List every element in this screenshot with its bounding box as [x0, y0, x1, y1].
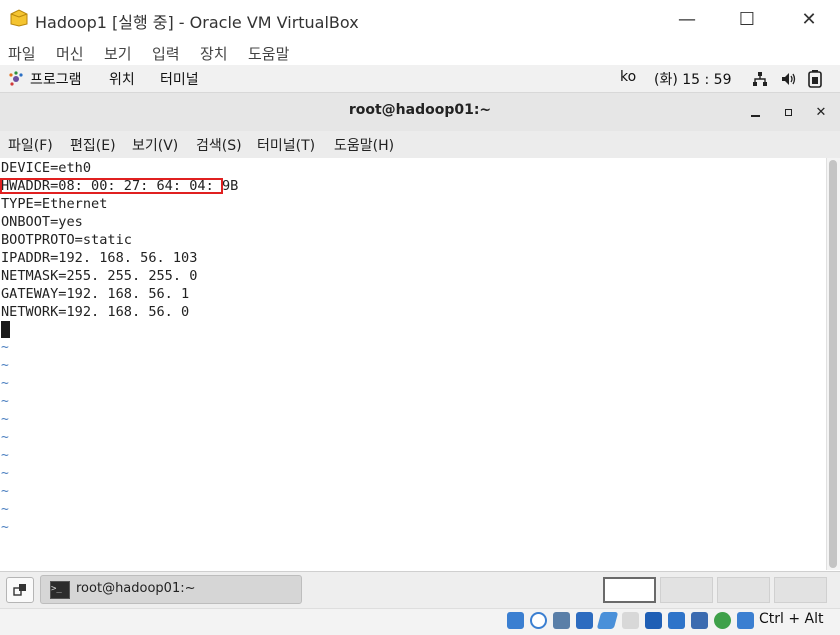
audio-icon[interactable] — [553, 612, 570, 629]
terminal-minimize-button[interactable] — [744, 101, 766, 123]
vb-menu-input[interactable]: 입력 — [152, 43, 180, 64]
clock[interactable]: (화) 15 : 59 — [654, 69, 732, 89]
mouse-integration-icon[interactable] — [737, 612, 754, 629]
config-line-netmask: NETMASK=255. 255. 255. 0 — [1, 268, 198, 284]
vb-menu-help[interactable]: 도움말 — [248, 43, 289, 64]
empty-line-marker: ~ — [1, 394, 9, 409]
input-method-indicator[interactable]: ko — [620, 69, 636, 85]
hard-disk-icon[interactable] — [507, 612, 524, 629]
maximize-icon: ☐ — [738, 8, 756, 30]
empty-line-marker: ~ — [1, 412, 9, 427]
show-desktop-button[interactable] — [6, 577, 34, 603]
text-cursor — [1, 321, 10, 338]
empty-line-marker: ~ — [1, 466, 9, 481]
empty-line-marker: ~ — [1, 376, 9, 391]
show-desktop-icon — [13, 584, 26, 596]
vb-menu-machine[interactable]: 머신 — [56, 43, 84, 64]
maximize-button[interactable]: ☐ — [724, 6, 770, 32]
workspace-1[interactable] — [603, 577, 656, 603]
terminal-menubar: 파일(F) 편집(E) 보기(V) 검색(S) 터미널(T) 도움말(H) — [0, 131, 840, 159]
vb-menu-view[interactable]: 보기 — [104, 43, 132, 64]
empty-line-marker: ~ — [1, 358, 9, 373]
close-icon: ✕ — [815, 104, 827, 120]
battery-icon[interactable] — [808, 70, 822, 88]
gnome-foot-icon — [9, 71, 23, 86]
config-line-ipaddr: IPADDR=192. 168. 56. 103 — [1, 250, 198, 266]
minimize-button[interactable]: — — [664, 6, 710, 32]
term-menu-terminal[interactable]: 터미널(T) — [257, 135, 315, 155]
shared-folders-icon[interactable] — [622, 612, 639, 629]
terminal-maximize-button[interactable] — [777, 101, 799, 123]
taskbar-item-label: root@hadoop01:~ — [76, 581, 196, 596]
maximize-icon — [784, 108, 792, 116]
workspace-3[interactable] — [717, 577, 770, 603]
term-menu-edit[interactable]: 편집(E) — [70, 135, 116, 155]
display-icon[interactable] — [645, 612, 662, 629]
close-icon: ✕ — [801, 8, 817, 30]
minimize-icon — [750, 115, 760, 117]
host-key-indicator: Ctrl + Alt — [759, 611, 824, 627]
places-menu[interactable]: 위치 — [109, 69, 135, 89]
workspace-2[interactable] — [660, 577, 713, 603]
guest-additions-icon[interactable] — [714, 612, 731, 629]
config-line-device: DEVICE=eth0 — [1, 160, 92, 176]
config-line-type: TYPE=Ethernet — [1, 196, 108, 212]
empty-line-marker: ~ — [1, 340, 9, 355]
config-line-gateway: GATEWAY=192. 168. 56. 1 — [1, 286, 190, 302]
vb-menu-devices[interactable]: 장치 — [200, 43, 228, 64]
guest-top-panel: 프로그램 위치 터미널 ko (화) 15 : 59 — [0, 65, 840, 93]
optical-drive-icon[interactable] — [530, 612, 547, 629]
close-button[interactable]: ✕ — [786, 6, 832, 32]
window-title: Hadoop1 [실행 중] - Oracle VM VirtualBox — [35, 13, 359, 32]
term-menu-view[interactable]: 보기(V) — [132, 135, 178, 155]
video-capture-icon[interactable] — [668, 612, 685, 629]
virtualbox-vm-icon — [10, 9, 28, 27]
terminal-launcher[interactable]: 터미널 — [160, 69, 199, 89]
empty-line-marker: ~ — [1, 484, 9, 499]
terminal-app-icon: >_ — [50, 581, 70, 599]
volume-icon[interactable] — [780, 71, 796, 87]
programs-menu[interactable]: 프로그램 — [30, 69, 82, 89]
terminal-titlebar: root@hadoop01:~ ✕ — [0, 93, 840, 132]
network-adapter-icon[interactable] — [576, 612, 593, 629]
empty-line-marker: ~ — [1, 448, 9, 463]
empty-line-marker: ~ — [1, 520, 9, 535]
term-menu-file[interactable]: 파일(F) — [8, 135, 53, 155]
minimize-icon: — — [678, 8, 696, 30]
config-line-network: NETWORK=192. 168. 56. 0 — [1, 304, 190, 320]
terminal-text-area[interactable] — [0, 158, 826, 570]
terminal-title: root@hadoop01:~ — [348, 102, 492, 118]
virtualbox-menubar: 파일 머신 보기 입력 장치 도움말 — [0, 38, 840, 66]
term-menu-search[interactable]: 검색(S) — [196, 135, 242, 155]
config-line-onboot: ONBOOT=yes — [1, 214, 83, 230]
network-icon[interactable] — [752, 71, 768, 87]
empty-line-marker: ~ — [1, 502, 9, 517]
scrollbar-thumb[interactable] — [829, 160, 837, 568]
empty-line-marker: ~ — [1, 430, 9, 445]
workspace-4[interactable] — [774, 577, 827, 603]
terminal-close-button[interactable]: ✕ — [810, 101, 832, 123]
config-line-bootproto: BOOTPROTO=static — [1, 232, 132, 248]
term-menu-help[interactable]: 도움말(H) — [334, 135, 394, 155]
hwaddr-highlight-box — [0, 178, 223, 194]
vb-menu-file[interactable]: 파일 — [8, 43, 36, 64]
cpu-icon[interactable] — [691, 612, 708, 629]
